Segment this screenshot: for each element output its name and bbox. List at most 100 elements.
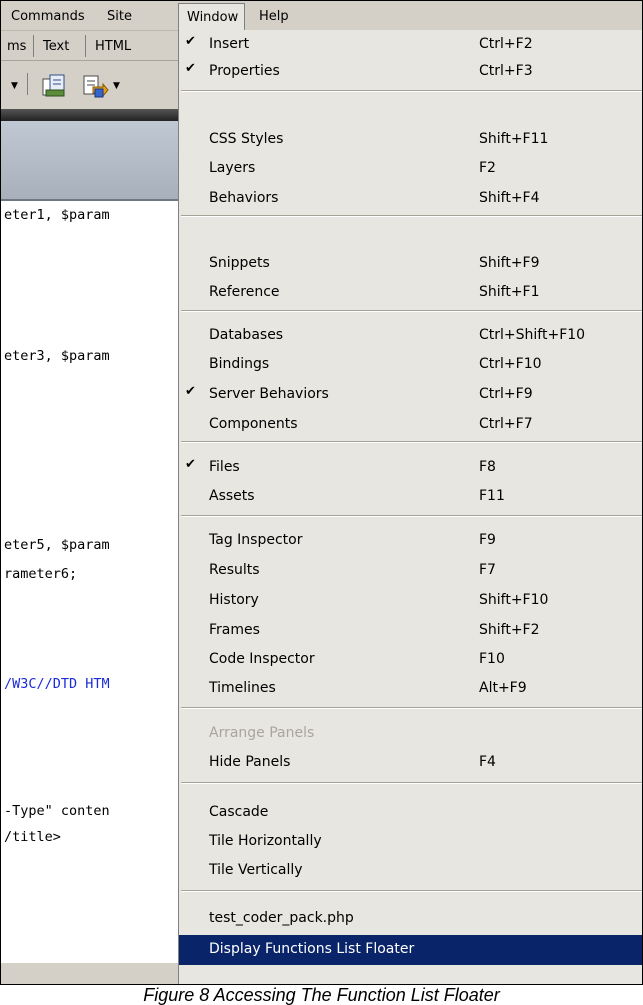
menu-item-label: Assets (209, 488, 255, 504)
menu-item-label: Properties (209, 63, 280, 79)
copy-files-icon[interactable] (41, 73, 69, 99)
menu-item-css-styles[interactable]: CSS Styles Shift+F11 (179, 125, 642, 155)
checkmark-icon: ✔ (185, 457, 196, 472)
code-line: -Type" conten (4, 803, 110, 819)
tab-forms[interactable]: ms (7, 39, 26, 54)
menu-item-shortcut: F4 (479, 754, 496, 770)
menu-item-label: Tile Vertically (209, 862, 303, 878)
menu-item-label: Components (209, 416, 298, 432)
menu-separator (181, 90, 642, 92)
code-line: /title> (4, 829, 61, 845)
menu-item-shortcut: F2 (479, 160, 496, 176)
dropdown-arrow-icon[interactable]: ▼ (113, 81, 120, 91)
menu-separator (181, 515, 642, 517)
menu-item-label: Files (209, 459, 240, 475)
menu-item-arrange-panels: Arrange Panels (179, 719, 642, 749)
menu-item-label: Hide Panels (209, 754, 291, 770)
code-line: eter5, $param (4, 537, 110, 553)
menu-help[interactable]: Help (254, 7, 294, 29)
menu-item-shortcut: F11 (479, 488, 505, 504)
menu-item-label: Tile Horizontally (209, 833, 322, 849)
menu-item-label: Results (209, 562, 260, 578)
menu-item-label: Reference (209, 284, 280, 300)
menu-item-components[interactable]: Components Ctrl+F7 (179, 410, 642, 440)
menu-item-label: History (209, 592, 259, 608)
code-editor[interactable]: eter1, $param eter3, $param eter5, $para… (1, 203, 181, 963)
menu-item-label: Behaviors (209, 190, 279, 206)
menu-item-snippets[interactable]: Snippets Shift+F9 (179, 249, 642, 279)
menu-item-label: CSS Styles (209, 131, 284, 147)
menu-item-shortcut: Alt+F9 (479, 680, 527, 696)
menu-item-results[interactable]: Results F7 (179, 556, 642, 586)
menu-commands[interactable]: Commands (6, 7, 90, 29)
menu-item-label: Layers (209, 160, 256, 176)
menu-item-label: Server Behaviors (209, 386, 329, 402)
menu-item-shortcut: Shift+F10 (479, 592, 549, 608)
menu-item-label: Timelines (209, 680, 276, 696)
tab-divider (33, 35, 34, 57)
menu-item-label: Tag Inspector (209, 532, 303, 548)
insert-toolbar: ▼ ▼ (1, 61, 181, 109)
document-toolbar-edge (1, 109, 181, 121)
menu-item-bindings[interactable]: Bindings Ctrl+F10 (179, 350, 642, 380)
menu-item-shortcut: Ctrl+F9 (479, 386, 533, 402)
menu-item-server-behaviors[interactable]: ✔ Server Behaviors Ctrl+F9 (179, 380, 642, 410)
menu-item-files[interactable]: ✔ Files F8 (179, 453, 642, 483)
menu-item-history[interactable]: History Shift+F10 (179, 586, 642, 616)
menu-item-test-coder-pack-php[interactable]: test_coder_pack.php (179, 904, 642, 934)
tab-html[interactable]: HTML (95, 39, 131, 54)
code-line: eter1, $param (4, 207, 110, 223)
menu-item-assets[interactable]: Assets F11 (179, 482, 642, 512)
menu-item-tile-vertically[interactable]: Tile Vertically (179, 856, 642, 886)
menu-item-shortcut: Ctrl+F7 (479, 416, 533, 432)
menu-window[interactable]: Window (178, 3, 246, 31)
menu-separator (181, 310, 642, 312)
code-line: eter3, $param (4, 348, 110, 364)
menu-item-reference[interactable]: Reference Shift+F1 (179, 278, 642, 308)
menu-separator (181, 890, 642, 892)
menu-item-shortcut: F7 (479, 562, 496, 578)
menu-separator (181, 782, 642, 784)
menu-item-shortcut: Ctrl+Shift+F10 (479, 327, 586, 343)
menu-item-shortcut: F8 (479, 459, 496, 475)
menu-item-shortcut: Shift+F9 (479, 255, 540, 271)
menu-item-behaviors[interactable]: Behaviors Shift+F4 (179, 184, 642, 214)
menu-item-tile-horizontally[interactable]: Tile Horizontally (179, 827, 642, 857)
menu-item-code-inspector[interactable]: Code Inspector F10 (179, 645, 642, 675)
menu-item-shortcut: Shift+F4 (479, 190, 540, 206)
menu-item-label: Snippets (209, 255, 270, 271)
menu-item-properties[interactable]: ✔ Properties Ctrl+F3 (179, 57, 642, 87)
view-tabs-bar: ms Text HTML (1, 31, 181, 61)
menu-separator (181, 441, 642, 443)
tab-divider (85, 35, 86, 57)
menu-site[interactable]: Site (102, 7, 137, 29)
menu-item-shortcut: Ctrl+F2 (479, 36, 533, 52)
menu-item-shortcut: Shift+F1 (479, 284, 540, 300)
menu-item-shortcut: Ctrl+F10 (479, 356, 542, 372)
menu-item-layers[interactable]: Layers F2 (179, 154, 642, 184)
menu-item-label: Bindings (209, 356, 270, 372)
checkmark-icon: ✔ (185, 384, 196, 399)
figure-caption: Figure 8 Accessing The Function List Flo… (143, 985, 500, 1005)
window-menu-dropdown: ✔ Insert Ctrl+F2 ✔ Properties Ctrl+F3 CSS Styl… (178, 30, 642, 984)
tab-text[interactable]: Text (43, 39, 69, 54)
checkmark-icon: ✔ (185, 34, 196, 49)
menu-bar: Commands Site Window Help (1, 1, 642, 31)
server-side-include-icon[interactable] (81, 73, 109, 99)
menu-item-display-functions-list-floater[interactable]: Display Functions List Floater (179, 935, 642, 965)
menu-item-tag-inspector[interactable]: Tag Inspector F9 (179, 526, 642, 556)
menu-item-label: Databases (209, 327, 284, 343)
code-line: /W3C//DTD HTM (4, 676, 110, 692)
menu-item-hide-panels[interactable]: Hide Panels F4 (179, 748, 642, 778)
menu-item-label: Code Inspector (209, 651, 315, 667)
menu-item-cascade[interactable]: Cascade (179, 798, 642, 828)
menu-item-label: Display Functions List Floater (209, 941, 415, 957)
menu-item-label: Cascade (209, 804, 269, 820)
menu-item-timelines[interactable]: Timelines Alt+F9 (179, 674, 642, 704)
menu-item-databases[interactable]: Databases Ctrl+Shift+F10 (179, 321, 642, 351)
menu-item-label: test_coder_pack.php (209, 910, 354, 926)
menu-item-insert[interactable]: ✔ Insert Ctrl+F2 (179, 30, 642, 60)
code-line: rameter6; (4, 566, 78, 582)
menu-item-frames[interactable]: Frames Shift+F2 (179, 616, 642, 646)
dropdown-arrow-icon[interactable]: ▼ (11, 81, 18, 91)
